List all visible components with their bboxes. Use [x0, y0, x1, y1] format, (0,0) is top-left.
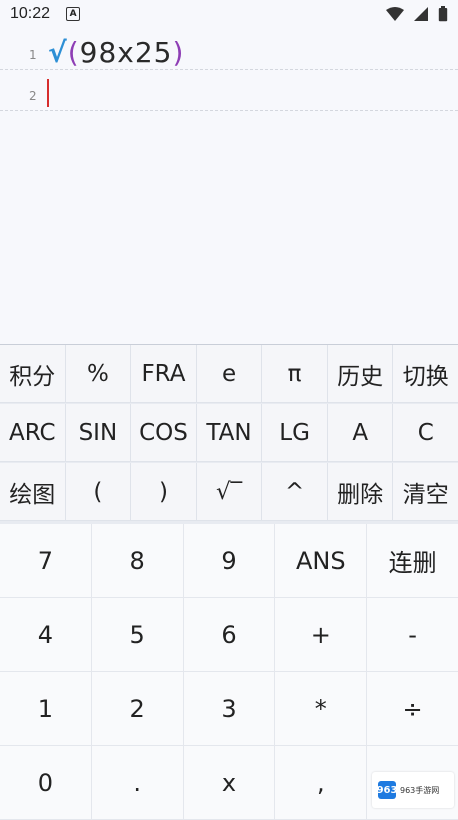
- watermark-logo-icon: 963: [377, 781, 397, 799]
- watermark-badge: 963 963手游网: [372, 772, 454, 808]
- sqrt-symbol: √: [48, 35, 68, 69]
- key-8[interactable]: 8: [91, 524, 184, 598]
- status-time: 10:22: [10, 5, 51, 22]
- editor-line-2[interactable]: 2: [0, 71, 458, 111]
- status-bar: 10:22 A: [0, 0, 458, 28]
- key-fraction[interactable]: FRA: [131, 345, 197, 403]
- key-comma[interactable]: ,: [275, 746, 368, 820]
- expression-editor[interactable]: 1 √ ( 98x25 ) 2: [0, 30, 458, 344]
- main-row-1: 7 8 9 ANS 连删: [0, 524, 458, 598]
- key-delete[interactable]: 删除: [327, 463, 394, 521]
- close-paren: ): [172, 35, 185, 69]
- key-open-paren[interactable]: (: [65, 463, 132, 521]
- key-tan[interactable]: TAN: [196, 404, 263, 462]
- key-0[interactable]: 0: [0, 746, 92, 820]
- key-plot[interactable]: 绘图: [0, 463, 66, 521]
- key-sin[interactable]: SIN: [65, 404, 132, 462]
- key-cos[interactable]: COS: [131, 404, 197, 462]
- key-pi[interactable]: π: [262, 345, 328, 403]
- key-multiply[interactable]: *: [275, 672, 368, 746]
- function-row-2: ARC SIN COS TAN LG A C: [0, 404, 458, 462]
- function-keypad: 积分 % FRA e π 历史 切换 ARC SIN COS TAN LG A …: [0, 344, 458, 524]
- key-9[interactable]: 9: [183, 524, 276, 598]
- function-row-1: 积分 % FRA e π 历史 切换: [0, 345, 458, 403]
- key-lg[interactable]: LG: [262, 404, 328, 462]
- line-number: 1: [29, 48, 37, 62]
- key-power[interactable]: ^: [262, 463, 328, 521]
- main-row-2: 4 5 6 + -: [0, 598, 458, 672]
- line-number: 2: [29, 89, 37, 103]
- key-percent[interactable]: %: [65, 345, 132, 403]
- key-4[interactable]: 4: [0, 598, 92, 672]
- signal-icon: [414, 7, 428, 21]
- key-history[interactable]: 历史: [327, 345, 394, 403]
- key-clear[interactable]: 清空: [393, 463, 458, 521]
- key-close-paren[interactable]: ): [131, 463, 197, 521]
- key-a[interactable]: A: [327, 404, 394, 462]
- key-e[interactable]: e: [196, 345, 263, 403]
- wifi-icon: [386, 7, 404, 21]
- key-1[interactable]: 1: [0, 672, 92, 746]
- key-ans[interactable]: ANS: [275, 524, 368, 598]
- key-2[interactable]: 2: [91, 672, 184, 746]
- key-decimal[interactable]: .: [91, 746, 184, 820]
- key-integral[interactable]: 积分: [0, 345, 66, 403]
- key-minus[interactable]: -: [367, 598, 458, 672]
- notification-a-icon: A: [66, 7, 81, 21]
- key-divide[interactable]: ÷: [367, 672, 458, 746]
- expression-content: 98x25: [79, 35, 173, 69]
- key-c[interactable]: C: [393, 404, 458, 462]
- key-3[interactable]: 3: [183, 672, 276, 746]
- watermark-text: 963手游网: [400, 785, 440, 795]
- key-x[interactable]: x: [183, 746, 276, 820]
- main-row-3: 1 2 3 * ÷: [0, 672, 458, 746]
- open-paren: (: [67, 35, 80, 69]
- battery-icon: [438, 6, 448, 22]
- key-7[interactable]: 7: [0, 524, 92, 598]
- key-arc[interactable]: ARC: [0, 404, 66, 462]
- status-icons: [386, 6, 448, 22]
- key-plus[interactable]: +: [275, 598, 368, 672]
- key-5[interactable]: 5: [91, 598, 184, 672]
- text-cursor: [47, 79, 49, 107]
- key-sqrt[interactable]: √‾: [196, 463, 263, 521]
- key-6[interactable]: 6: [183, 598, 276, 672]
- function-row-3: 绘图 ( ) √‾ ^ 删除 清空: [0, 463, 458, 521]
- editor-line-1[interactable]: 1 √ ( 98x25 ): [0, 30, 458, 70]
- key-continuous-delete[interactable]: 连删: [367, 524, 458, 598]
- expression-text[interactable]: √ ( 98x25 ): [48, 30, 184, 74]
- key-switch[interactable]: 切换: [393, 345, 458, 403]
